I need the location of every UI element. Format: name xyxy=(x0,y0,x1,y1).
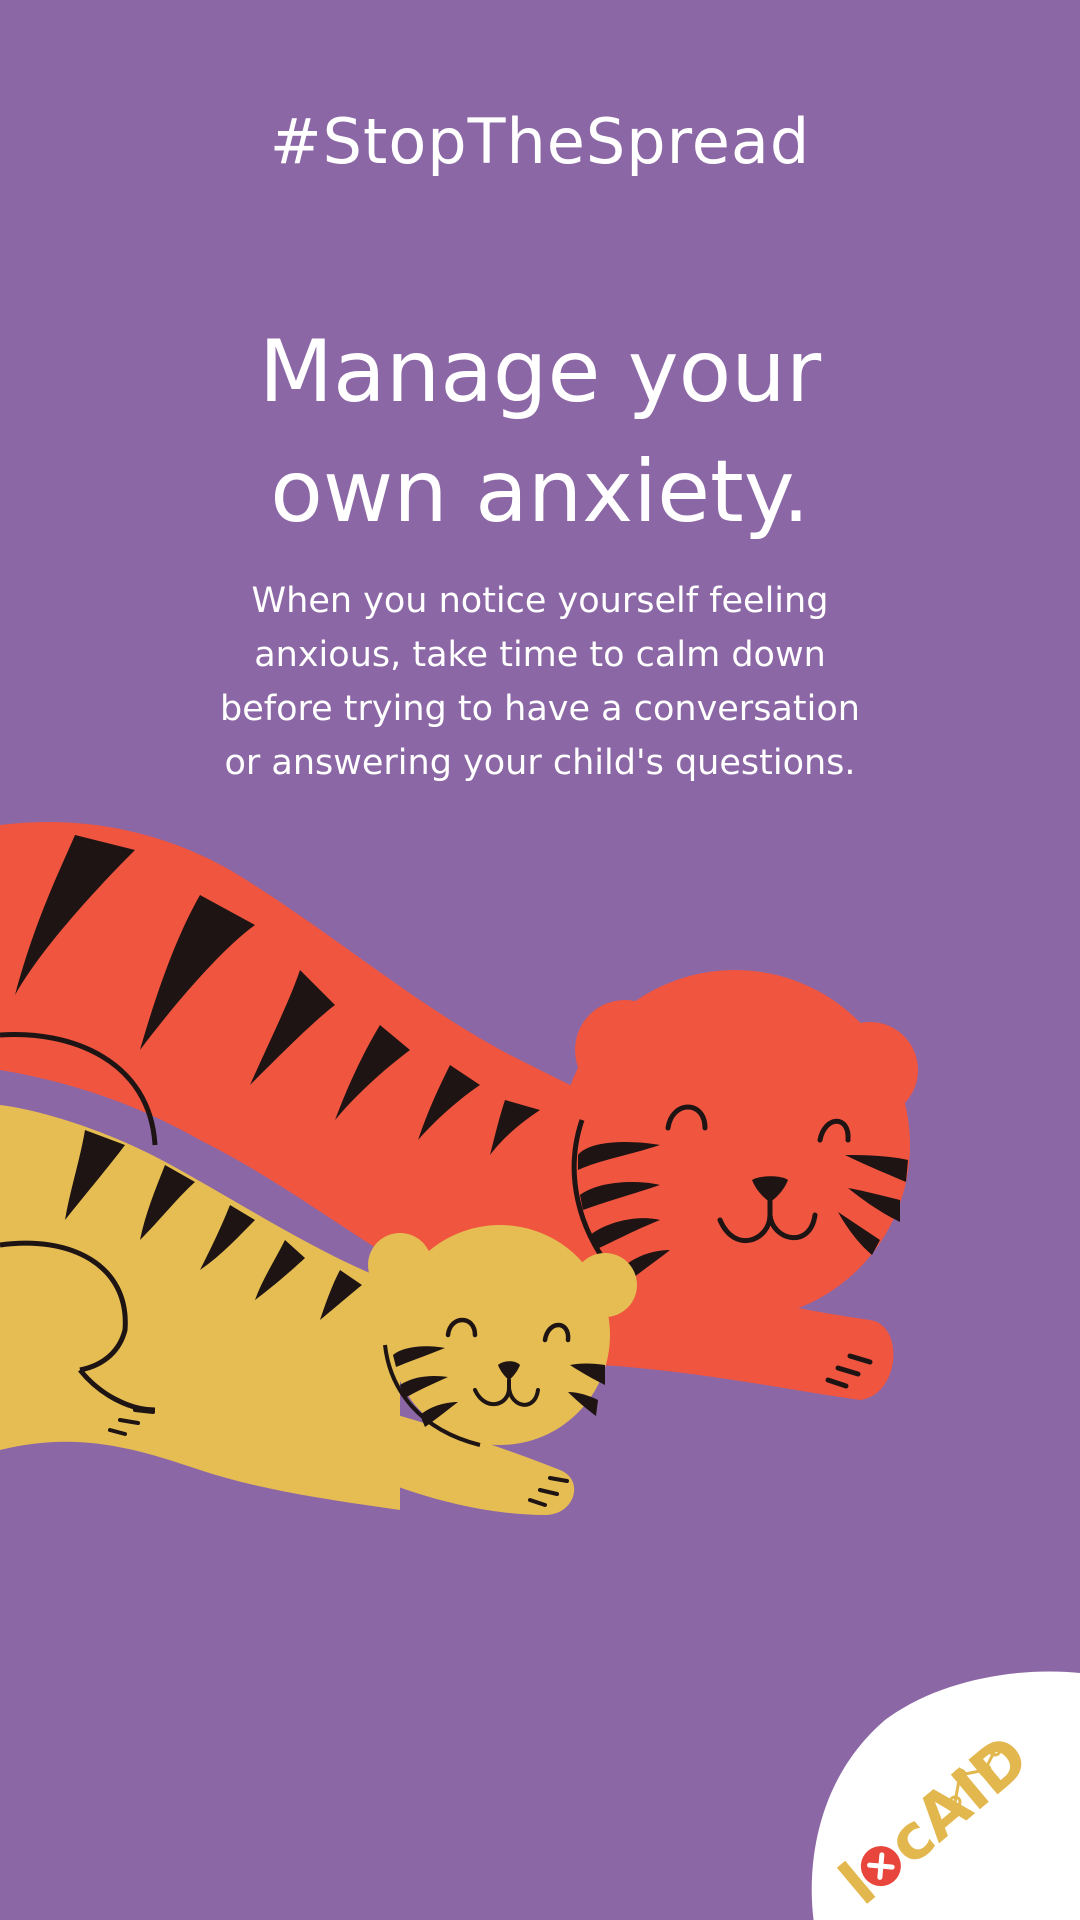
body-line-3: before trying to have a conversation xyxy=(220,689,860,729)
poster: #StopTheSpread Manage your own anxiety. … xyxy=(0,0,1080,1920)
headline-line-2: own anxiety. xyxy=(270,442,810,542)
locaid-logo: l cAID xyxy=(811,1671,1080,1920)
body-line-4: or answering your child's questions. xyxy=(224,743,856,783)
hashtag-title: #StopTheSpread xyxy=(269,105,811,178)
tigers-illustration xyxy=(0,822,918,1515)
body-line-2: anxious, take time to calm down xyxy=(254,635,826,675)
body-paragraph: When you notice yourself feeling anxious… xyxy=(160,574,920,790)
headline: Manage your own anxiety. xyxy=(140,312,940,552)
headline-line-1: Manage your xyxy=(258,322,822,422)
body-line-1: When you notice yourself feeling xyxy=(251,581,829,621)
